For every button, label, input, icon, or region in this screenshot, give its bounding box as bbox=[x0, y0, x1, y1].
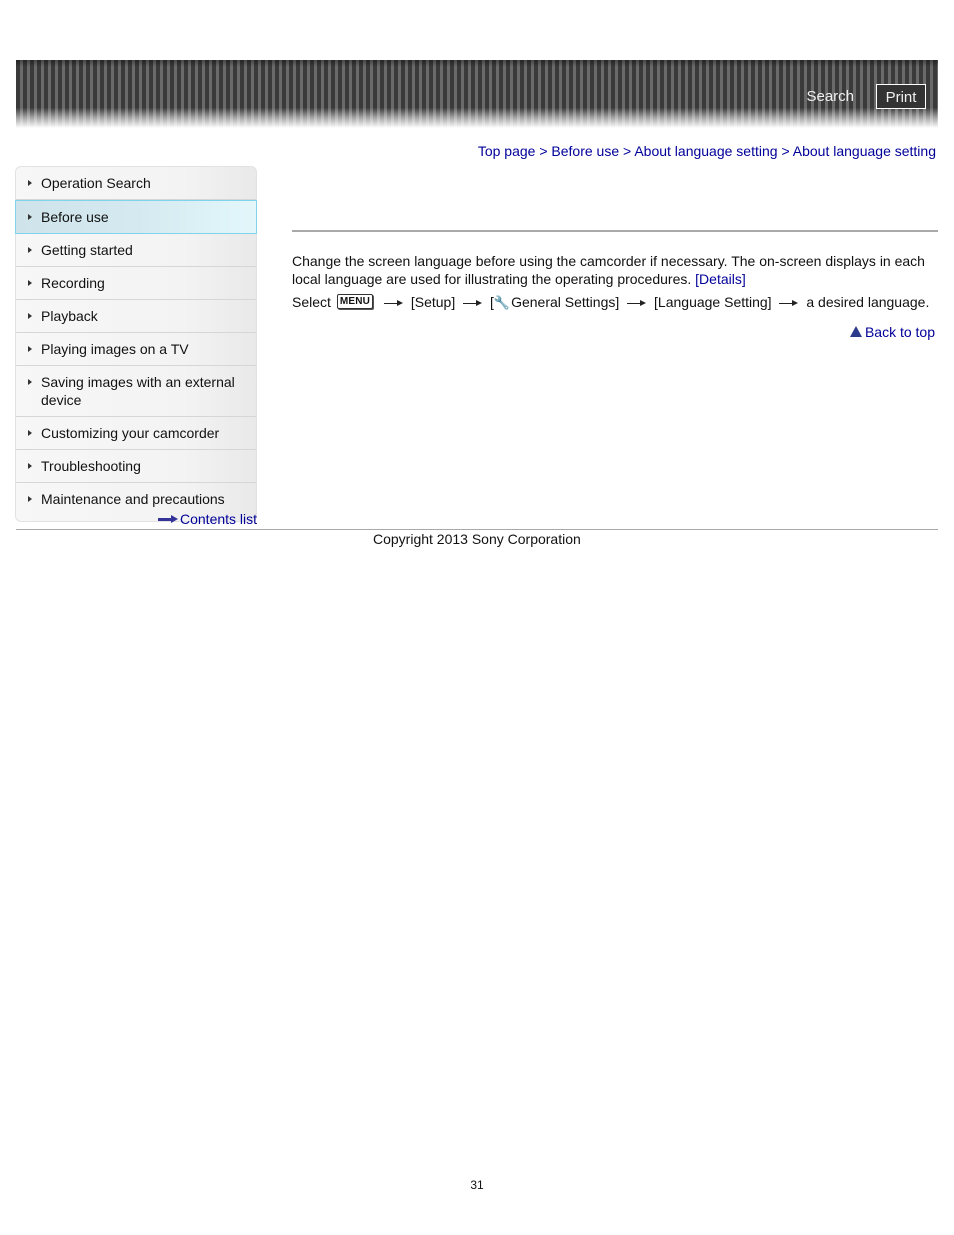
triangle-up-icon bbox=[849, 326, 862, 337]
select-label: Select bbox=[292, 294, 331, 310]
triangle-right-icon bbox=[28, 214, 32, 220]
sidebar-item-label: Troubleshooting bbox=[41, 458, 141, 474]
triangle-right-icon bbox=[28, 346, 32, 352]
breadcrumb-separator: > bbox=[781, 143, 790, 159]
sidebar-item-playing-images-on-tv[interactable]: Playing images on a TV bbox=[16, 333, 256, 366]
triangle-right-icon bbox=[28, 463, 32, 469]
copyright-text: Copyright 2013 Sony Corporation bbox=[373, 531, 581, 547]
sidebar-item-label: Playing images on a TV bbox=[41, 341, 189, 357]
search-link[interactable]: Search bbox=[806, 88, 854, 105]
arrow-right-icon bbox=[779, 299, 799, 307]
footer-divider bbox=[16, 529, 938, 530]
sidebar-item-label: Recording bbox=[41, 275, 105, 291]
page-number: 31 bbox=[470, 1178, 484, 1192]
breadcrumb-separator: > bbox=[623, 143, 632, 159]
triangle-right-icon bbox=[28, 180, 32, 186]
setup-label: [Setup] bbox=[410, 294, 456, 310]
back-to-top-link[interactable]: Back to top bbox=[849, 324, 935, 340]
triangle-right-icon bbox=[28, 247, 32, 253]
sidebar-item-label: Maintenance and precautions bbox=[41, 491, 225, 507]
breadcrumb-before-use[interactable]: Before use bbox=[551, 143, 619, 159]
triangle-right-icon bbox=[28, 496, 32, 502]
desired-language-label: a desired language. bbox=[806, 294, 930, 310]
menu-button-icon: MENU bbox=[336, 294, 374, 309]
sidebar-item-operation-search[interactable]: Operation Search bbox=[16, 167, 256, 200]
arrow-right-icon bbox=[158, 515, 178, 524]
contents-list-link[interactable]: Contents list bbox=[158, 511, 257, 527]
sidebar-item-label: Before use bbox=[41, 209, 109, 225]
sidebar-item-troubleshooting[interactable]: Troubleshooting bbox=[16, 450, 256, 483]
sidebar-item-label: Playback bbox=[41, 308, 98, 324]
contents-list-label: Contents list bbox=[180, 511, 258, 527]
breadcrumb-separator: > bbox=[539, 143, 548, 159]
breadcrumb-current-page[interactable]: About language setting bbox=[793, 143, 936, 159]
sidebar-item-label: Operation Search bbox=[41, 175, 151, 191]
sidebar-item-customizing-camcorder[interactable]: Customizing your camcorder bbox=[16, 417, 256, 450]
sidebar-item-saving-images-external-device[interactable]: Saving images with an external device bbox=[16, 366, 256, 417]
breadcrumb: Top page > Before use > About language s… bbox=[478, 143, 936, 159]
sidebar-item-playback[interactable]: Playback bbox=[16, 300, 256, 333]
arrow-right-icon bbox=[463, 299, 483, 307]
breadcrumb-top-page[interactable]: Top page bbox=[478, 143, 536, 159]
intro-paragraph: Change the screen language before using … bbox=[292, 252, 932, 288]
header-bar: Search Print bbox=[16, 60, 938, 128]
back-to-top-label: Back to top bbox=[864, 324, 935, 340]
print-button[interactable]: Print bbox=[876, 84, 926, 109]
sidebar-item-label: Getting started bbox=[41, 242, 133, 258]
sidebar-nav: Operation Search Before use Getting star… bbox=[15, 166, 257, 522]
triangle-right-icon bbox=[28, 379, 32, 385]
procedure-step: Select MENU [Setup] [🔧General Settings] … bbox=[292, 293, 932, 312]
details-link[interactable]: [Details] bbox=[695, 271, 746, 287]
language-setting-label: [Language Setting] bbox=[654, 294, 772, 310]
arrow-right-icon bbox=[383, 299, 403, 307]
triangle-right-icon bbox=[28, 313, 32, 319]
sidebar-item-recording[interactable]: Recording bbox=[16, 267, 256, 300]
sidebar-item-getting-started[interactable]: Getting started bbox=[16, 234, 256, 267]
triangle-right-icon bbox=[28, 430, 32, 436]
sidebar-item-label: Customizing your camcorder bbox=[41, 425, 220, 441]
main-content: Change the screen language before using … bbox=[292, 252, 932, 312]
arrow-right-icon bbox=[627, 299, 647, 307]
triangle-right-icon bbox=[28, 280, 32, 286]
general-settings-label: General Settings] bbox=[511, 294, 620, 310]
sidebar-item-before-use[interactable]: Before use bbox=[15, 200, 257, 234]
title-divider bbox=[292, 230, 938, 232]
wrench-icon: 🔧 bbox=[493, 295, 511, 310]
sidebar-item-label: Saving images with an external device bbox=[41, 374, 235, 408]
intro-text: Change the screen language before using … bbox=[292, 253, 925, 287]
breadcrumb-about-language-setting[interactable]: About language setting bbox=[634, 143, 777, 159]
